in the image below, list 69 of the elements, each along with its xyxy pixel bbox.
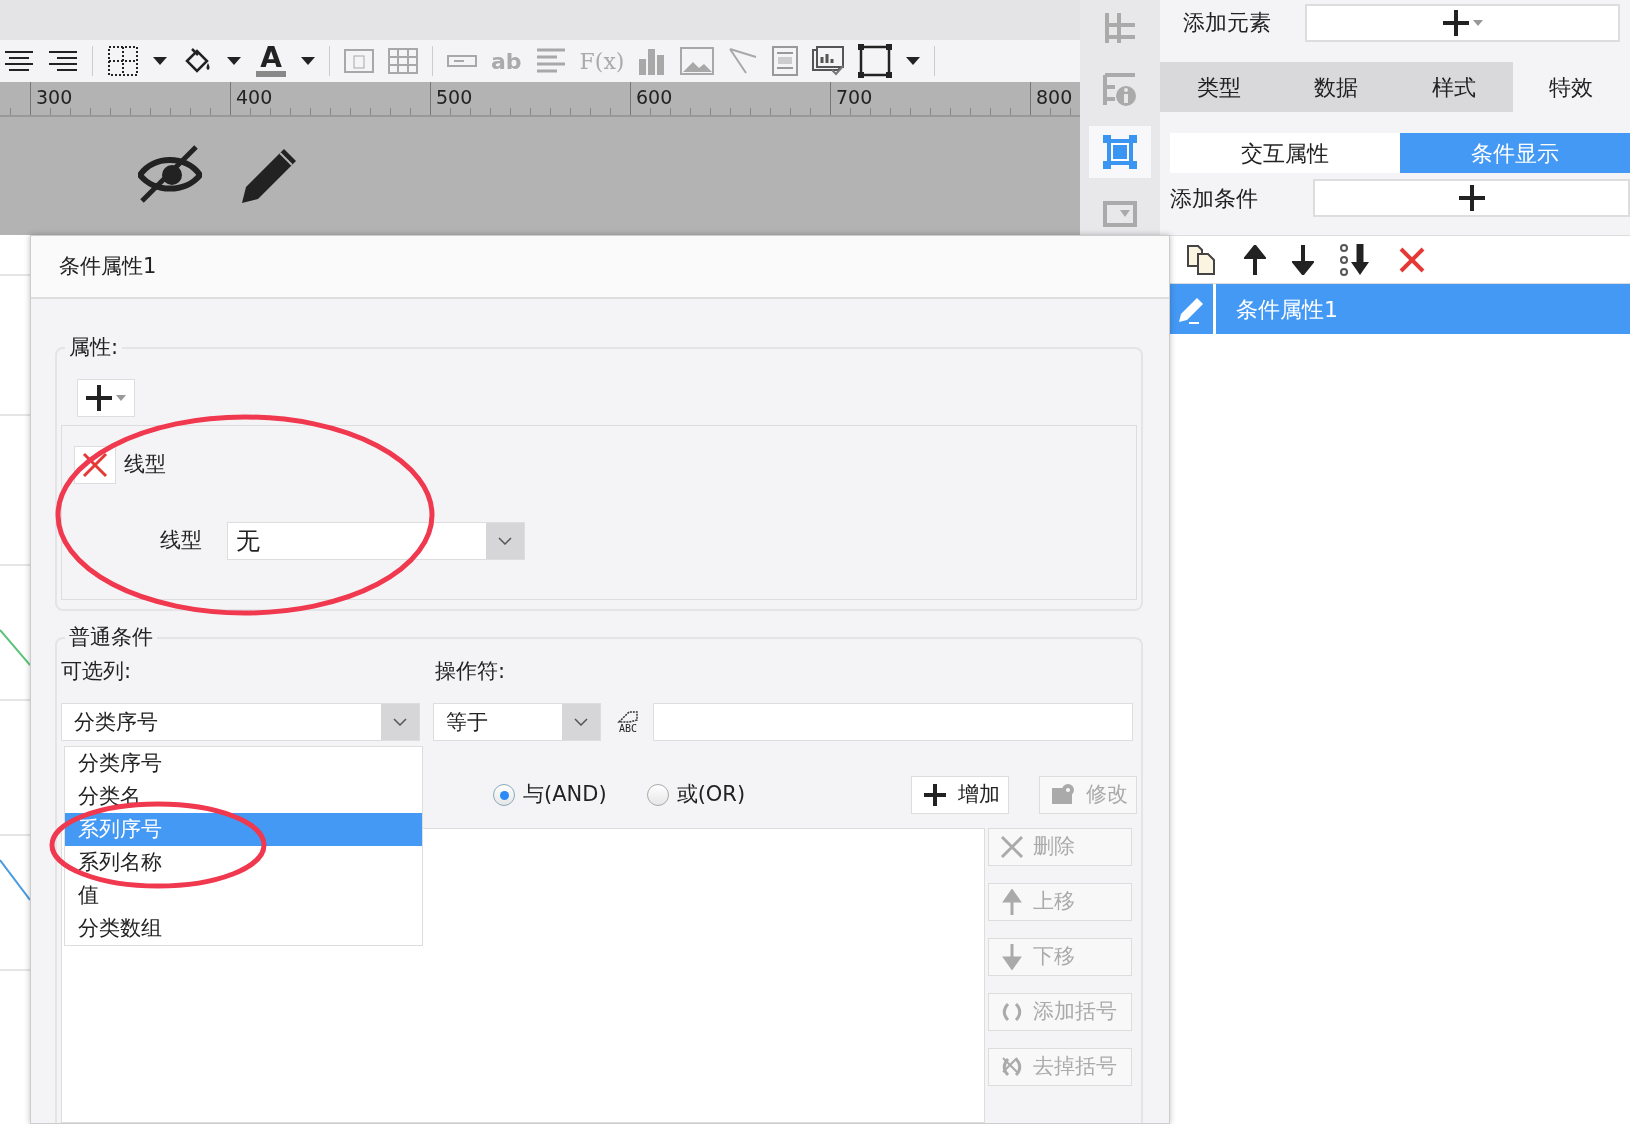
attribute-title: 线型 (124, 451, 166, 479)
copy-icon[interactable] (1186, 243, 1218, 276)
ruler-label: 500 (430, 82, 630, 115)
dropdown-option[interactable]: 系列名称 (65, 846, 422, 879)
field-label: 操作符: (435, 658, 506, 686)
dialog-title: 条件属性1 (59, 252, 157, 280)
dropdown-option[interactable]: 分类序号 (65, 747, 422, 780)
panel-tab[interactable]: 数据 (1277, 62, 1395, 112)
frame-select-icon[interactable] (1103, 135, 1137, 169)
close-icon (81, 451, 109, 479)
arrow-up-icon (999, 889, 1025, 915)
operator-select[interactable]: 等于 (433, 703, 601, 741)
panel-tab[interactable]: 样式 (1395, 62, 1513, 112)
radio-button[interactable] (493, 784, 515, 806)
chevron-down-icon (498, 537, 512, 545)
caret-icon (1472, 19, 1483, 26)
sub-tab[interactable]: 交互属性 (1170, 133, 1400, 173)
close-icon (999, 834, 1025, 860)
plus-icon (1442, 9, 1469, 36)
radio-label: 或(OR) (676, 781, 746, 809)
add-button[interactable]: 增加 (911, 776, 1009, 814)
chevron-down-icon (393, 718, 407, 726)
arrow-down-icon[interactable] (1292, 244, 1314, 275)
value-input[interactable] (653, 703, 1133, 741)
align-center-icon[interactable] (4, 49, 34, 73)
delete-icon[interactable] (1398, 245, 1426, 274)
frame-icon[interactable] (858, 44, 893, 78)
caret-icon[interactable] (906, 57, 921, 65)
field-label: 可选列: (61, 658, 133, 686)
ruler-label: 600 (630, 82, 830, 115)
ruler-label: 300 (30, 82, 230, 115)
align-right-icon[interactable] (48, 49, 78, 73)
plus-icon (86, 385, 112, 411)
add-condition-label: 添加条件 (1170, 184, 1258, 213)
line-type-select[interactable]: 无 (227, 522, 525, 560)
plus-icon (922, 782, 948, 808)
add-element-label: 添加元素 (1183, 9, 1271, 37)
move-to-bottom-icon[interactable] (1340, 243, 1372, 276)
image-icon[interactable] (680, 47, 715, 75)
formula-button[interactable]: ABC (611, 710, 645, 734)
panel-tab[interactable]: 类型 (1160, 62, 1278, 112)
column-select[interactable]: 分类序号 (61, 703, 420, 741)
text-field-icon[interactable] (447, 54, 477, 68)
table-grid-icon[interactable] (388, 47, 418, 75)
plus-icon (1458, 185, 1485, 211)
hidden-eye-icon[interactable] (138, 145, 202, 203)
slash-line-icon[interactable] (728, 47, 759, 75)
caret-icon[interactable] (227, 57, 241, 65)
ruler-label: 700 (830, 82, 1030, 115)
bar-chart-icon[interactable] (638, 47, 667, 75)
radio-button[interactable] (646, 784, 669, 806)
field-label: 线型 (160, 527, 202, 555)
caret-icon[interactable] (301, 57, 315, 65)
pattern-icon (617, 710, 639, 724)
add-attribute-button[interactable] (77, 379, 135, 417)
font-color-button[interactable]: A (255, 45, 287, 77)
ruler-label: 400 (230, 82, 430, 115)
arrow-up-icon[interactable] (1244, 244, 1266, 275)
radio-label: 与(AND) (523, 781, 607, 809)
text-box-icon[interactable] (344, 47, 374, 75)
caret-icon (116, 395, 126, 401)
document-icon[interactable] (772, 46, 799, 76)
caret-icon[interactable] (153, 57, 167, 65)
paragraph-lines-icon[interactable] (535, 47, 566, 75)
chart-report-icon[interactable] (812, 46, 845, 76)
dropdown-option[interactable]: 分类数组 (65, 912, 422, 945)
border-grid-icon[interactable] (107, 45, 139, 77)
dropdown-option[interactable]: 值 (65, 879, 422, 912)
chevron-down-icon (574, 718, 588, 726)
